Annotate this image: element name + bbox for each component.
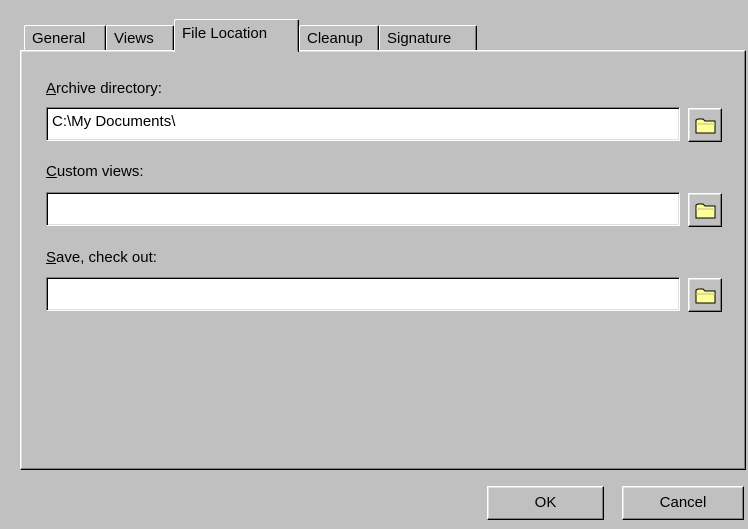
archive-directory-input[interactable]: C:\My Documents\ bbox=[46, 107, 680, 141]
tab-file-location[interactable]: File Location bbox=[174, 19, 299, 54]
tab-views-label: Views bbox=[114, 30, 154, 47]
folder-icon bbox=[695, 288, 716, 304]
tab-signature-label: Signature bbox=[387, 30, 452, 47]
tab-cleanup[interactable]: Cleanup bbox=[299, 25, 379, 51]
tab-cleanup-label: Cleanup bbox=[307, 30, 363, 47]
tab-file-location-label: File Location bbox=[182, 25, 268, 42]
archive-directory-label: Archive directory: bbox=[46, 80, 162, 97]
folder-icon bbox=[695, 203, 716, 219]
custom-views-browse-button[interactable] bbox=[688, 193, 722, 227]
folder-icon bbox=[695, 118, 716, 134]
tab-views[interactable]: Views bbox=[106, 25, 174, 51]
archive-directory-browse-button[interactable] bbox=[688, 108, 722, 142]
cancel-button[interactable]: Cancel bbox=[622, 486, 744, 520]
tab-general[interactable]: General bbox=[24, 25, 106, 51]
ok-button[interactable]: OK bbox=[487, 486, 604, 520]
save-check-out-browse-button[interactable] bbox=[688, 278, 722, 312]
custom-views-input[interactable] bbox=[46, 192, 680, 226]
custom-views-label: Custom views: bbox=[46, 163, 144, 180]
save-check-out-label: Save, check out: bbox=[46, 249, 157, 266]
save-check-out-input[interactable] bbox=[46, 277, 680, 311]
tab-signature[interactable]: Signature bbox=[379, 25, 477, 51]
tab-general-label: General bbox=[32, 30, 86, 47]
